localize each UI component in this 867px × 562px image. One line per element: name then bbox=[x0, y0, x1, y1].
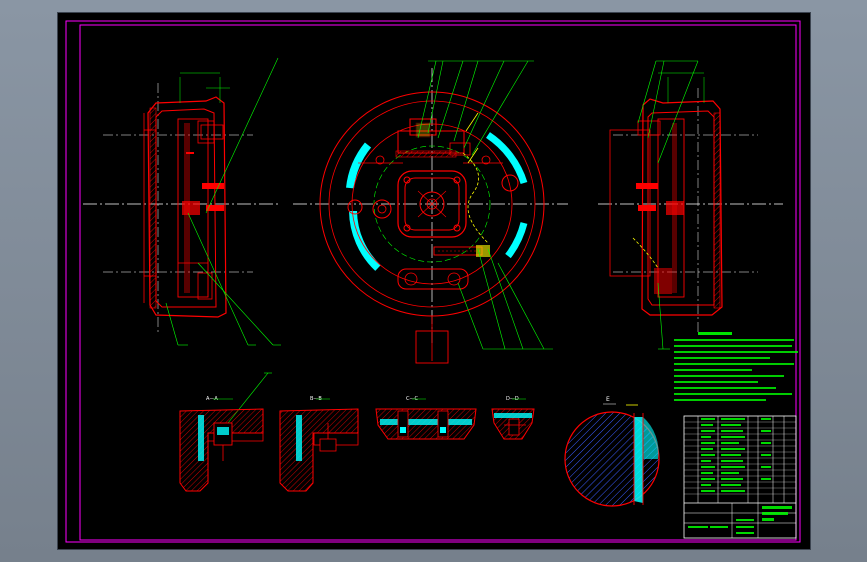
front-view bbox=[293, 60, 568, 364]
right-side-view bbox=[598, 60, 783, 350]
cad-viewport[interactable]: A—A B—B C—C D—D E bbox=[58, 13, 810, 549]
left-side-view bbox=[83, 57, 281, 346]
drawing-canvas: A—A B—B C—C D—D E bbox=[65, 20, 801, 543]
detail-marker: E bbox=[606, 396, 610, 403]
section-views: A—A B—B C—C D—D bbox=[179, 372, 535, 492]
detail-view: E bbox=[564, 396, 660, 507]
technical-notes bbox=[674, 332, 798, 401]
title-block bbox=[683, 415, 797, 539]
